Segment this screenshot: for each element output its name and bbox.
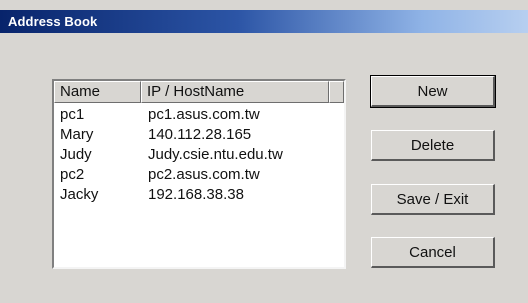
list-item[interactable]: Judy Judy.csie.ntu.edu.tw: [54, 145, 344, 165]
list-item[interactable]: pc1 pc1.asus.com.tw: [54, 105, 344, 125]
entry-name: pc1: [60, 106, 85, 123]
delete-button[interactable]: Delete: [371, 130, 495, 161]
title-bar[interactable]: Address Book: [0, 10, 528, 33]
entry-host: pc1.asus.com.tw: [148, 106, 260, 123]
cancel-button[interactable]: Cancel: [371, 237, 495, 268]
list-item[interactable]: Mary 140.112.28.165: [54, 125, 344, 145]
new-button[interactable]: New: [370, 75, 496, 108]
entry-name: pc2: [60, 166, 85, 183]
entry-name: Judy: [60, 146, 92, 163]
column-header-ip-hostname[interactable]: IP / HostName: [141, 81, 329, 103]
address-list[interactable]: Name IP / HostName pc1 pc1.asus.com.tw M…: [52, 79, 346, 269]
entry-host: pc2.asus.com.tw: [148, 166, 260, 183]
entry-host: 140.112.28.165: [148, 126, 252, 143]
column-header-name[interactable]: Name: [54, 81, 141, 103]
list-item[interactable]: Jacky 192.168.38.38: [54, 185, 344, 205]
window-title: Address Book: [8, 14, 98, 29]
list-item[interactable]: pc2 pc2.asus.com.tw: [54, 165, 344, 185]
list-header: Name IP / HostName: [54, 81, 344, 103]
save-exit-button[interactable]: Save / Exit: [371, 184, 495, 215]
entry-name: Mary: [60, 126, 94, 143]
column-header-empty[interactable]: [329, 81, 344, 103]
list-rows: pc1 pc1.asus.com.tw Mary 140.112.28.165 …: [54, 105, 344, 205]
entry-name: Jacky: [60, 186, 99, 203]
address-book-dialog: Address Book Name IP / HostName pc1 pc1.…: [0, 0, 528, 303]
entry-host: 192.168.38.38: [148, 186, 244, 203]
entry-host: Judy.csie.ntu.edu.tw: [148, 146, 283, 163]
